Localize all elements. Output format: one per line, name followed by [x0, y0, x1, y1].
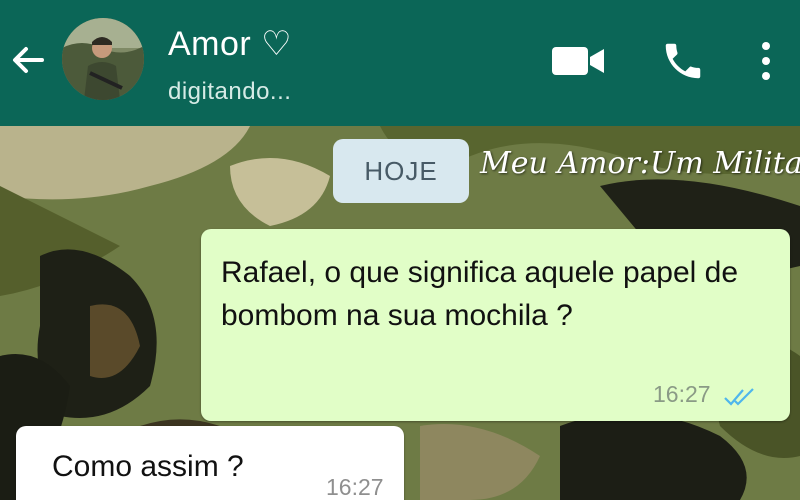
message-time: 16:27 — [326, 474, 384, 500]
message-text: Rafael, o que significa aquele papel de … — [221, 256, 739, 332]
message-text: Como assim ? — [52, 450, 244, 483]
avatar[interactable] — [62, 18, 144, 100]
arrow-left-icon[interactable] — [8, 40, 48, 80]
chat-header: Amor ♡ digitando... — [0, 0, 800, 126]
chat-area[interactable]: HOJE Meu Amor:Um Militar Rafael, o que s… — [0, 126, 800, 500]
date-divider: HOJE — [333, 139, 469, 203]
more-vertical-icon[interactable] — [756, 40, 776, 82]
avatar-photo — [62, 18, 144, 100]
outgoing-message[interactable]: Rafael, o que significa aquele papel de … — [201, 229, 790, 421]
double-check-icon — [724, 388, 754, 406]
phone-icon[interactable] — [660, 38, 706, 84]
video-camera-icon[interactable] — [550, 44, 606, 78]
contact-name[interactable]: Amor ♡ — [168, 24, 292, 64]
message-time: 16:27 — [653, 381, 711, 407]
typing-status: digitando... — [168, 78, 292, 105]
watermark-text: Meu Amor:Um Militar — [480, 146, 800, 181]
incoming-message[interactable]: Como assim ? 16:27 — [16, 426, 404, 500]
